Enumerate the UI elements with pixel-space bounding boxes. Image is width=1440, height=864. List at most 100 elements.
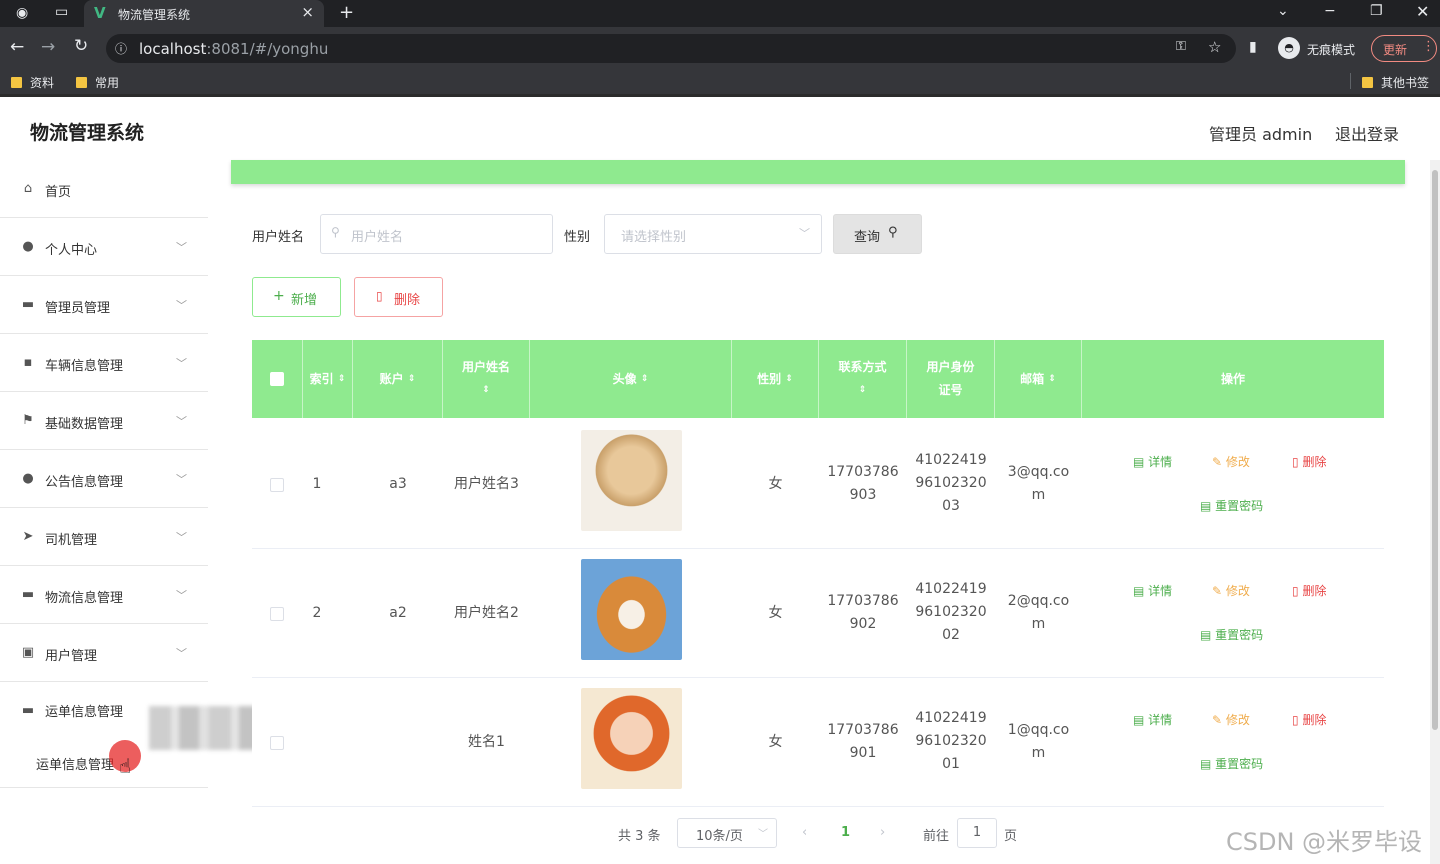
- sidebar-item-basic-data[interactable]: ⚑ 基础数据管理 ﹀: [0, 392, 208, 450]
- cell-account: a3: [389, 476, 407, 492]
- page-number[interactable]: 1: [841, 825, 850, 840]
- detail-button[interactable]: ▤ 详情: [1133, 711, 1172, 728]
- forward-icon[interactable]: →: [41, 37, 55, 57]
- sidebar-item-personal-center[interactable]: ● 个人中心 ﹀: [0, 218, 208, 276]
- ticket-icon: ▬: [21, 703, 35, 718]
- sidebar-item-label: 物流信息管理: [45, 591, 124, 606]
- reading-mode-icon[interactable]: ▮: [1249, 39, 1257, 55]
- puppy-photo[interactable]: [581, 430, 682, 531]
- sidebar-item-driver[interactable]: ➤ 司机管理 ﹀: [0, 508, 208, 566]
- kebab-menu-icon[interactable]: ⋮: [1422, 39, 1435, 54]
- logout-link[interactable]: 退出登录: [1335, 121, 1399, 145]
- restore-icon[interactable]: ❐: [1370, 3, 1383, 19]
- cell-idcard: 41022419 96102320 03: [907, 449, 995, 518]
- detail-button[interactable]: ▤ 详情: [1133, 453, 1172, 470]
- scrollbar-thumb[interactable]: [1432, 170, 1438, 730]
- sidebar-item-user-manage[interactable]: ▣ 用户管理 ﹀: [0, 624, 208, 682]
- edit-button[interactable]: ✎ 修改: [1212, 711, 1250, 728]
- page-size-label: 10条/页: [696, 829, 743, 844]
- reset-password-button[interactable]: ▤ 重置密码: [1200, 626, 1263, 643]
- chevron-down-icon: ﹀: [176, 647, 187, 660]
- incognito-indicator[interactable]: ◓ 无痕模式: [1278, 35, 1364, 62]
- chevron-down-icon: ﹀: [176, 415, 187, 428]
- header-actions: 操作: [1082, 340, 1384, 418]
- back-icon[interactable]: ←: [10, 37, 24, 57]
- key-icon[interactable]: ⚿: [1176, 39, 1186, 54]
- document-icon: ▤: [1200, 757, 1212, 771]
- next-page-icon[interactable]: ›: [880, 825, 885, 840]
- other-bookmarks-label: 其他书签: [1381, 76, 1430, 90]
- header-label: 账户: [379, 371, 404, 386]
- row-checkbox[interactable]: [270, 607, 284, 621]
- header-name[interactable]: 用户姓名 ⇕: [443, 340, 530, 418]
- close-tab-icon[interactable]: ×: [301, 3, 314, 21]
- add-button[interactable]: + 新增: [252, 277, 341, 317]
- pencil-icon: ✎: [1212, 713, 1223, 727]
- bookmark-divider: [1350, 73, 1351, 89]
- reset-label: 重置密码: [1215, 757, 1264, 771]
- sidebar-item-admin-manage[interactable]: ▬ 管理员管理 ﹀: [0, 276, 208, 334]
- site-info-icon[interactable]: ⓘ: [115, 40, 127, 57]
- header-index[interactable]: 索引 ⇕: [303, 340, 353, 418]
- idcard-line: 01: [942, 756, 960, 772]
- header-avatar[interactable]: 头像 ⇕: [530, 340, 732, 418]
- sidebar-item-label: 运单信息管理: [45, 705, 124, 720]
- header-gender[interactable]: 性别 ⇕: [732, 340, 819, 418]
- scrollbar[interactable]: [1430, 160, 1440, 864]
- delete-button[interactable]: ▯ 删除: [1292, 711, 1326, 728]
- chart-icon: ▣: [21, 645, 35, 660]
- cell-name: 用户姓名3: [454, 476, 519, 492]
- name-search-input[interactable]: ⚲ 用户姓名: [320, 214, 553, 254]
- goto-page-input[interactable]: 1: [957, 818, 997, 848]
- document-icon: ▤: [1200, 628, 1212, 642]
- sidebar-item-logistics[interactable]: ▬ 物流信息管理 ﹀: [0, 566, 208, 624]
- header-label: 用户身份证号: [926, 360, 975, 397]
- phone-line: 903: [849, 487, 877, 503]
- reset-label: 重置密码: [1215, 499, 1264, 513]
- sidebar-item-vehicle[interactable]: ▪ 车辆信息管理 ﹀: [0, 334, 208, 392]
- header-phone[interactable]: 联系方式 ⇕: [819, 340, 907, 418]
- reload-icon[interactable]: ↻: [74, 36, 88, 56]
- star-bookmark-icon[interactable]: ☆: [1208, 38, 1221, 56]
- bookmark-folder-1[interactable]: 资料: [11, 74, 54, 91]
- header-email[interactable]: 邮箱 ⇕: [995, 340, 1082, 418]
- page-size-select[interactable]: 10条/页 ﹀: [677, 818, 777, 848]
- minimize-icon[interactable]: −: [1324, 3, 1336, 19]
- other-bookmarks[interactable]: 其他书签: [1362, 74, 1429, 91]
- shiba-photo[interactable]: [581, 559, 682, 660]
- row-checkbox[interactable]: [270, 478, 284, 492]
- browser-menu-icon[interactable]: ◉: [16, 5, 28, 21]
- update-button[interactable]: 更新 ⋮: [1371, 35, 1437, 62]
- detail-button[interactable]: ▤ 详情: [1133, 582, 1172, 599]
- header-account[interactable]: 账户 ⇕: [353, 340, 443, 418]
- delete-button[interactable]: ▯ 删除: [1292, 582, 1326, 599]
- edit-button[interactable]: ✎ 修改: [1212, 582, 1250, 599]
- detail-label: 详情: [1148, 584, 1173, 598]
- tab-list-chevron-icon[interactable]: ⌄: [1277, 3, 1289, 19]
- select-all-checkbox-cell[interactable]: [252, 340, 303, 418]
- idcard-line: 41022419: [915, 581, 987, 597]
- reset-password-button[interactable]: ▤ 重置密码: [1200, 755, 1263, 772]
- reset-label: 重置密码: [1215, 628, 1264, 642]
- app-title: 物流管理系统: [30, 122, 145, 144]
- delete-button[interactable]: ▯ 删除: [1292, 453, 1326, 470]
- close-window-icon[interactable]: ✕: [1416, 2, 1429, 21]
- sidebar-item-home[interactable]: ⌂ 首页: [0, 160, 208, 218]
- header-idcard[interactable]: 用户身份证号: [907, 340, 995, 418]
- woman-photo[interactable]: [581, 688, 682, 789]
- gender-select[interactable]: 请选择性别 ﹀: [604, 214, 822, 254]
- flag-icon: ⚑: [22, 413, 34, 428]
- query-button[interactable]: 查询 ⚲: [833, 214, 922, 254]
- row-checkbox[interactable]: [270, 736, 284, 750]
- batch-delete-button[interactable]: ▯ 删除: [354, 277, 443, 317]
- select-all-checkbox[interactable]: [270, 372, 284, 386]
- sidebar-item-notice[interactable]: ● 公告信息管理 ﹀: [0, 450, 208, 508]
- tab-search-icon[interactable]: ▭: [55, 4, 68, 20]
- edit-button[interactable]: ✎ 修改: [1212, 453, 1250, 470]
- browser-tab[interactable]: V 物流管理系统 ×: [84, 0, 324, 27]
- reset-password-button[interactable]: ▤ 重置密码: [1200, 497, 1263, 514]
- bookmark-folder-2[interactable]: 常用: [76, 74, 119, 91]
- prev-page-icon[interactable]: ‹: [802, 825, 807, 840]
- new-tab-icon[interactable]: +: [339, 2, 354, 23]
- submenu-item-waybill[interactable]: 运单信息管理: [36, 754, 114, 773]
